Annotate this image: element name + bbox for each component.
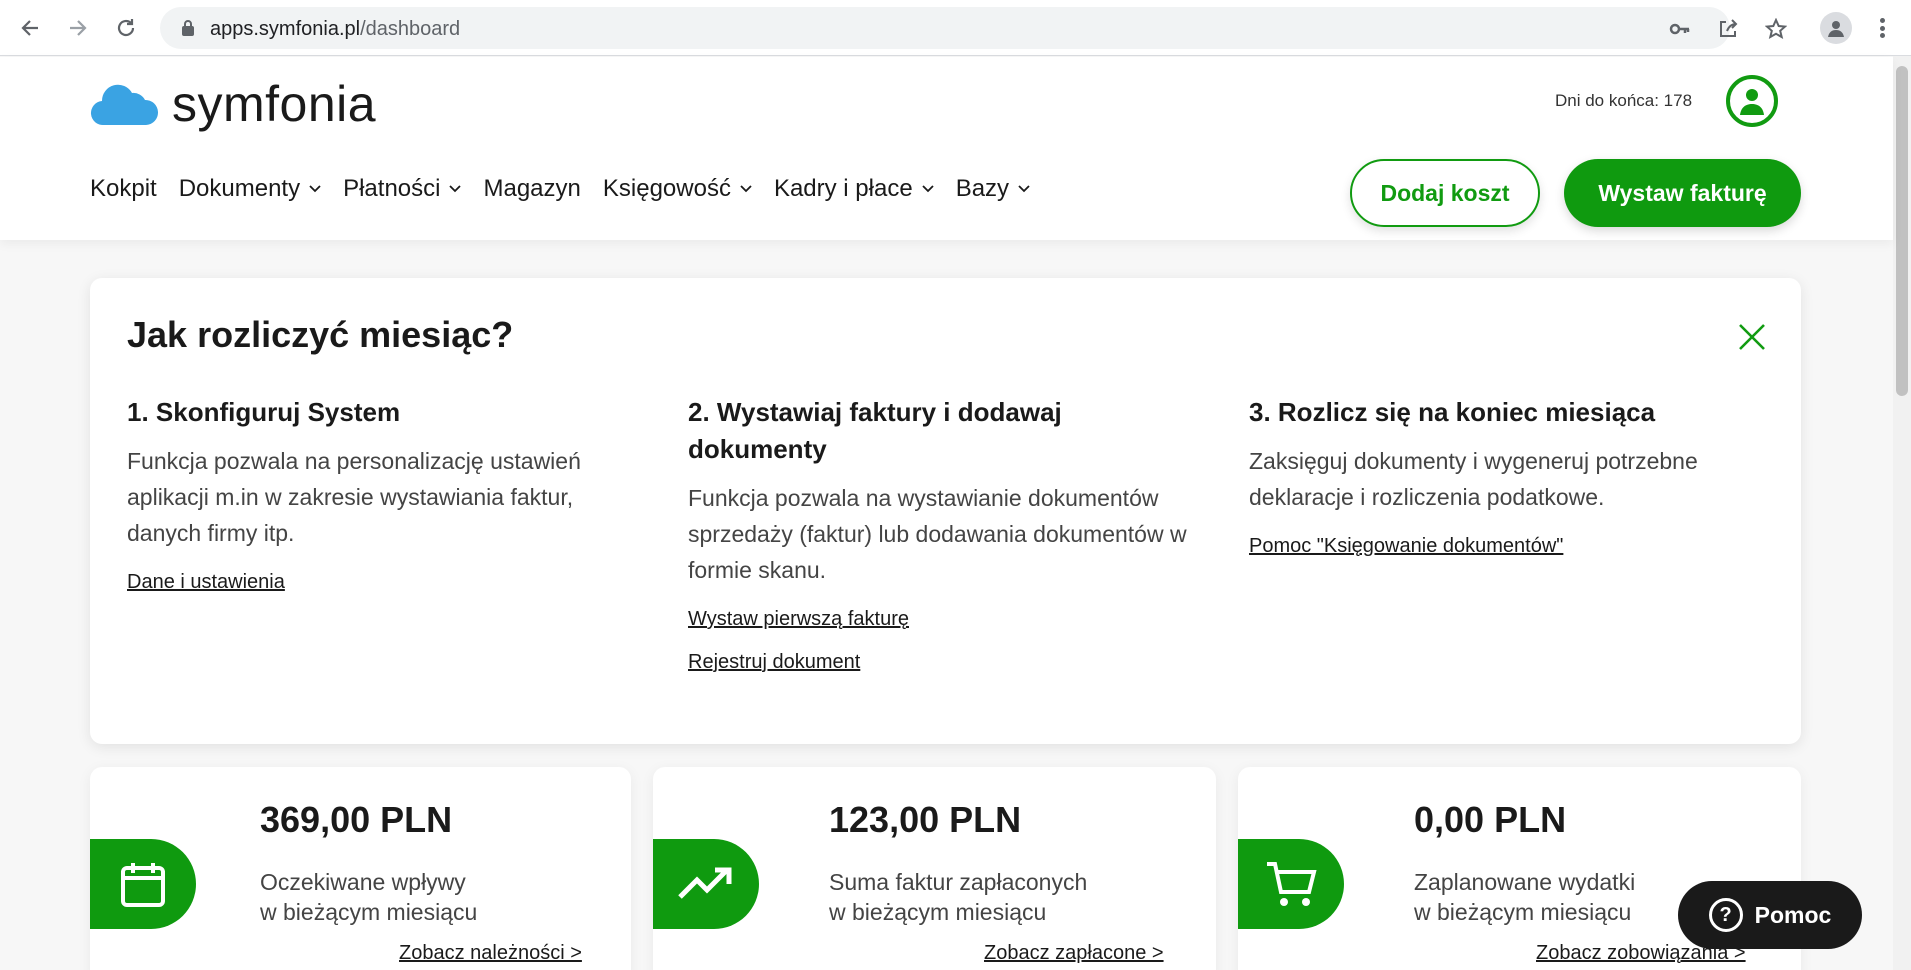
key-icon[interactable]	[1668, 17, 1692, 41]
user-account-icon[interactable]	[1726, 75, 1778, 127]
browser-profile-icon[interactable]	[1820, 12, 1852, 44]
step-title: 1. Skonfiguruj System	[127, 397, 401, 427]
chevron-down-icon	[740, 185, 752, 193]
page-scrollbar[interactable]	[1893, 56, 1911, 970]
share-icon[interactable]	[1716, 17, 1740, 41]
guide-step-1: 1. Skonfiguruj System Funkcja pozwala na…	[127, 394, 637, 594]
address-bar[interactable]: apps.symfonia.pl/dashboard	[160, 7, 1787, 49]
menu-item-platnosci[interactable]: Płatności	[343, 175, 462, 203]
view-receivables-link[interactable]: Zobacz należności >	[399, 942, 582, 965]
step-text: Zaksięguj dokumenty i wygeneruj potrzebn…	[1249, 448, 1698, 510]
help-booking-link[interactable]: Pomoc "Księgowanie dokumentów"	[1249, 535, 1759, 558]
step-title: 3. Rozlicz się na koniec miesiąca	[1249, 397, 1656, 427]
cloud-logo-icon	[91, 84, 158, 126]
view-paid-link[interactable]: Zobacz zapłacone >	[984, 942, 1164, 965]
issue-invoice-button[interactable]: Wystaw fakturę	[1564, 159, 1801, 227]
forward-icon[interactable]	[62, 12, 94, 44]
symfonia-logo[interactable]: symfonia	[90, 75, 376, 133]
stat-description: Oczekiwane wpływy w bieżącym miesiącu	[260, 869, 478, 925]
url-text: apps.symfonia.pl/dashboard	[210, 18, 461, 40]
guide-step-3: 3. Rozlicz się na koniec miesiąca Zaksię…	[1249, 394, 1759, 558]
step-text: Funkcja pozwala na personalizację ustawi…	[127, 448, 581, 546]
trend-up-icon	[653, 839, 759, 929]
close-icon[interactable]	[1737, 322, 1767, 352]
menu-item-kadry[interactable]: Kadry i płace	[774, 175, 934, 203]
reload-icon[interactable]	[110, 12, 142, 44]
browser-toolbar: apps.symfonia.pl/dashboard	[0, 0, 1911, 56]
step-text: Funkcja pozwala na wystawianie dokumentó…	[688, 485, 1187, 583]
lock-icon	[182, 20, 194, 36]
cart-icon	[1238, 839, 1344, 929]
month-guide-card: Jak rozliczyć miesiąc? 1. Skonfiguruj Sy…	[90, 278, 1801, 744]
scrollbar-thumb[interactable]	[1896, 66, 1908, 396]
help-button[interactable]: ? Pomoc	[1678, 881, 1862, 949]
menu-item-bazy[interactable]: Bazy	[956, 175, 1030, 203]
settings-link[interactable]: Dane i ustawienia	[127, 571, 637, 594]
back-icon[interactable]	[14, 12, 46, 44]
menu-item-dokumenty[interactable]: Dokumenty	[179, 175, 321, 203]
chevron-down-icon	[309, 185, 321, 193]
bookmark-star-icon[interactable]	[1764, 17, 1788, 41]
menu-item-magazyn[interactable]: Magazyn	[483, 175, 580, 203]
register-document-link[interactable]: Rejestruj dokument	[688, 651, 1198, 674]
days-left-text: Dni do końca: 178	[1555, 91, 1693, 110]
app-header: symfonia Dni do końca: 178 Kokpit Dokume…	[0, 57, 1893, 240]
stat-description: Suma faktur zapłaconych w bieżącym miesią…	[829, 869, 1088, 925]
stat-amount: 369,00 PLN	[260, 799, 453, 840]
stat-description: Zaplanowane wydatki w bieżącym miesiącu	[1414, 869, 1636, 925]
calendar-icon	[90, 839, 196, 929]
chevron-down-icon	[449, 185, 462, 193]
chevron-down-icon	[1018, 185, 1030, 193]
menu-item-kokpit[interactable]: Kokpit	[90, 175, 157, 203]
stat-card-expected-income: 369,00 PLN Oczekiwane wpływy w bieżącym m…	[90, 767, 631, 970]
question-icon: ?	[1708, 898, 1743, 932]
stat-amount: 123,00 PLN	[829, 799, 1022, 840]
first-invoice-link[interactable]: Wystaw pierwszą fakturę	[688, 608, 1198, 631]
menu-item-ksiegowosc[interactable]: Księgowość	[603, 175, 752, 203]
main-menu: Kokpit Dokumenty Płatności Magazyn Księg…	[90, 175, 1052, 203]
add-cost-button[interactable]: Dodaj koszt	[1350, 159, 1540, 227]
guide-step-2: 2. Wystawiaj faktury i dodawaj dokumenty…	[688, 394, 1198, 674]
stat-card-paid-invoices: 123,00 PLN Suma faktur zapłaconych w bież…	[653, 767, 1216, 970]
browser-menu-icon[interactable]	[1876, 14, 1888, 42]
chevron-down-icon	[922, 185, 934, 193]
step-title: 2. Wystawiaj faktury i dodawaj dokumenty	[688, 397, 1062, 464]
guide-title: Jak rozliczyć miesiąc?	[127, 314, 514, 355]
stat-amount: 0,00 PLN	[1414, 799, 1567, 840]
